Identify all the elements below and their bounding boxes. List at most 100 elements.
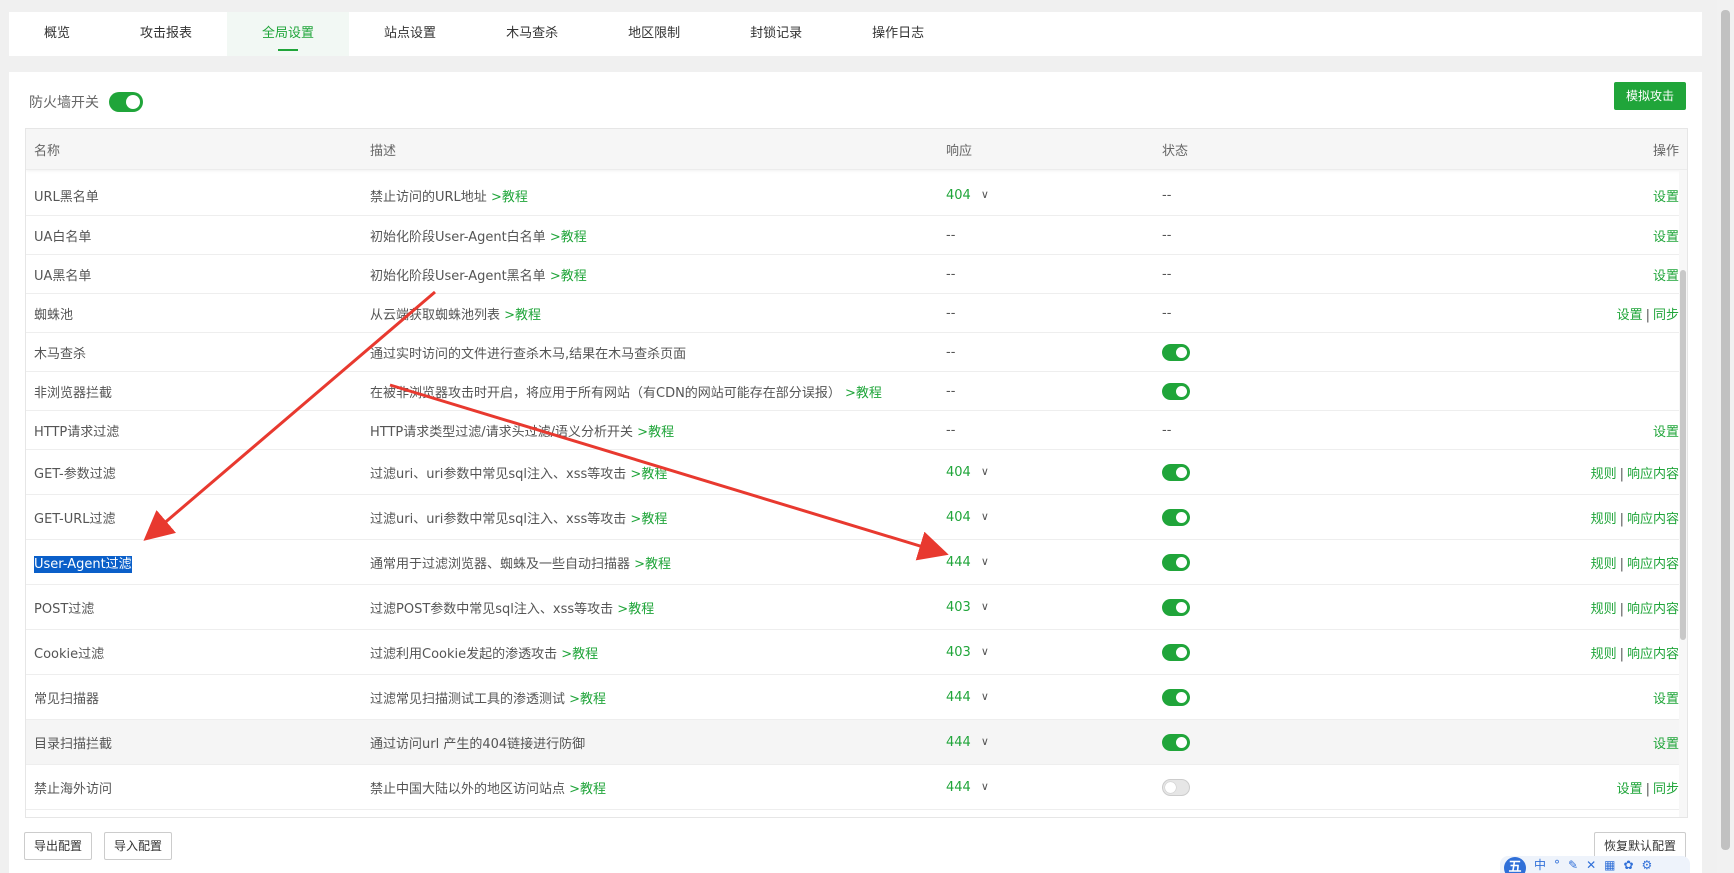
op-link[interactable]: 同步 [1653,782,1679,797]
chevron-down-icon[interactable]: ∨ [981,735,989,748]
op-separator: | [1645,307,1650,323]
response-cell[interactable]: 444 ∨ [946,780,1162,795]
op-link[interactable]: 设置 [1653,692,1679,707]
state-toggle[interactable] [1162,382,1190,400]
export-config-button[interactable]: 导出配置 [24,832,93,860]
state-toggle[interactable] [1162,343,1190,361]
op-link[interactable]: 设置 [1617,782,1643,797]
state-toggle[interactable] [1162,643,1190,661]
response-cell[interactable]: 404 ∨ [946,510,1162,525]
op-separator: | [1619,511,1624,527]
tab-1[interactable]: 攻击报表 [105,12,227,56]
op-link[interactable]: 响应内容 [1627,512,1679,527]
rule-description-text: 过滤常见扫描测试工具的渗透测试 [370,691,566,707]
ime-mode-label[interactable]: 中 [1534,856,1546,873]
tutorial-link[interactable]: >教程 [550,269,587,284]
rule-description: HTTP请求类型过滤/请求头过滤/语义分析开关 >教程 [368,421,946,440]
chevron-down-icon[interactable]: ∨ [981,600,989,613]
tutorial-link[interactable]: >教程 [569,782,606,797]
table-scrollbar[interactable] [1679,170,1687,817]
tab-2[interactable]: 全局设置 [227,12,350,56]
tutorial-link[interactable]: >教程 [637,425,674,440]
tutorial-link[interactable]: >教程 [561,647,598,662]
op-link[interactable]: 设置 [1653,230,1679,245]
tutorial-link[interactable]: >教程 [550,230,587,245]
tutorial-link[interactable]: >教程 [617,602,654,617]
op-link[interactable]: 同步 [1653,308,1679,323]
state-toggle[interactable] [1162,733,1190,751]
op-link[interactable]: 响应内容 [1627,602,1679,617]
table-row: 木马查杀 通过实时访问的文件进行查杀木马,结果在木马查杀页面 -- [26,333,1687,372]
ime-skin-icon[interactable]: ✿ [1623,858,1633,872]
rule-name: UA黑名单 [26,265,368,284]
op-link[interactable]: 设置 [1617,308,1643,323]
tutorial-link[interactable]: >教程 [845,386,882,401]
response-cell[interactable]: 403 ∨ [946,600,1162,615]
ime-settings-icon[interactable]: ⚙ [1642,858,1653,872]
ime-logo-icon[interactable]: 五 [1504,856,1526,873]
state-cell [1162,553,1462,571]
rule-name-text: User-Agent过滤 [34,555,132,573]
rule-description-text: 过滤POST参数中常见sql注入、xss等攻击 [370,601,614,617]
table-row: 蜘蛛池 从云端获取蜘蛛池列表 >教程 -- -- 设置 | 同步 [26,294,1687,333]
op-link[interactable]: 规则 [1591,512,1617,527]
ime-punct-icon[interactable]: ° [1554,858,1560,872]
op-link[interactable]: 设置 [1653,269,1679,284]
state-toggle[interactable] [1162,598,1190,616]
rule-description-text: 通过访问url 产生的404链接进行防御 [370,736,586,752]
tutorial-link[interactable]: >教程 [634,557,671,572]
page-scrollbar[interactable] [1717,0,1734,873]
ime-tools-icon[interactable]: ✕ [1586,858,1596,872]
firewall-toggle[interactable] [109,92,143,112]
response-cell[interactable]: 403 ∨ [946,645,1162,660]
tab-7[interactable]: 操作日志 [837,12,959,56]
op-link[interactable]: 响应内容 [1627,647,1679,662]
tab-5[interactable]: 地区限制 [593,12,715,56]
op-link[interactable]: 规则 [1591,557,1617,572]
tab-3[interactable]: 站点设置 [349,12,471,56]
ime-keyboard-icon[interactable]: ▦ [1604,858,1615,872]
state-toggle[interactable] [1162,688,1190,706]
tab-0[interactable]: 概览 [9,12,105,56]
chevron-down-icon[interactable]: ∨ [981,465,989,478]
chevron-down-icon[interactable]: ∨ [981,555,989,568]
op-link[interactable]: 响应内容 [1627,557,1679,572]
chevron-down-icon[interactable]: ∨ [981,690,989,703]
rule-name: UA白名单 [26,226,368,245]
op-link[interactable]: 规则 [1591,602,1617,617]
chevron-down-icon[interactable]: ∨ [981,780,989,793]
op-link[interactable]: 规则 [1591,647,1617,662]
state-toggle[interactable] [1162,463,1190,481]
chevron-down-icon[interactable]: ∨ [981,510,989,523]
op-separator: | [1619,466,1624,482]
tutorial-link[interactable]: >教程 [630,467,667,482]
page-scrollbar-thumb[interactable] [1721,10,1730,850]
op-link[interactable]: 响应内容 [1627,467,1679,482]
import-config-button[interactable]: 导入配置 [104,832,173,860]
tab-4[interactable]: 木马查杀 [471,12,593,56]
state-toggle[interactable] [1162,553,1190,571]
op-link[interactable]: 设置 [1653,737,1679,752]
simulate-attack-button[interactable]: 模拟攻击 [1613,82,1686,110]
ime-pen-icon[interactable]: ✎ [1568,858,1578,872]
state-toggle[interactable] [1162,778,1190,796]
tutorial-link[interactable]: >教程 [630,512,667,527]
rule-name-text: 常见扫描器 [34,691,100,707]
ime-toolbar[interactable]: 五 中 ° ✎ ✕ ▦ ✿ ⚙ [1500,856,1690,873]
response-cell[interactable]: 444 ∨ [946,735,1162,750]
tab-6[interactable]: 封锁记录 [715,12,837,56]
tutorial-link[interactable]: >教程 [504,308,541,323]
chevron-down-icon[interactable]: ∨ [981,188,989,201]
response-cell[interactable]: 444 ∨ [946,690,1162,705]
response-cell[interactable]: 404 ∨ [946,465,1162,480]
response-cell[interactable]: 444 ∨ [946,555,1162,570]
scrollbar-thumb[interactable] [1680,270,1686,640]
tutorial-link[interactable]: >教程 [569,692,606,707]
op-link[interactable]: 规则 [1591,467,1617,482]
response-cell[interactable]: 404 ∨ [946,188,1162,203]
op-link[interactable]: 设置 [1653,190,1679,205]
tutorial-link[interactable]: >教程 [491,190,528,205]
op-link[interactable]: 设置 [1653,425,1679,440]
chevron-down-icon[interactable]: ∨ [981,645,989,658]
state-toggle[interactable] [1162,508,1190,526]
